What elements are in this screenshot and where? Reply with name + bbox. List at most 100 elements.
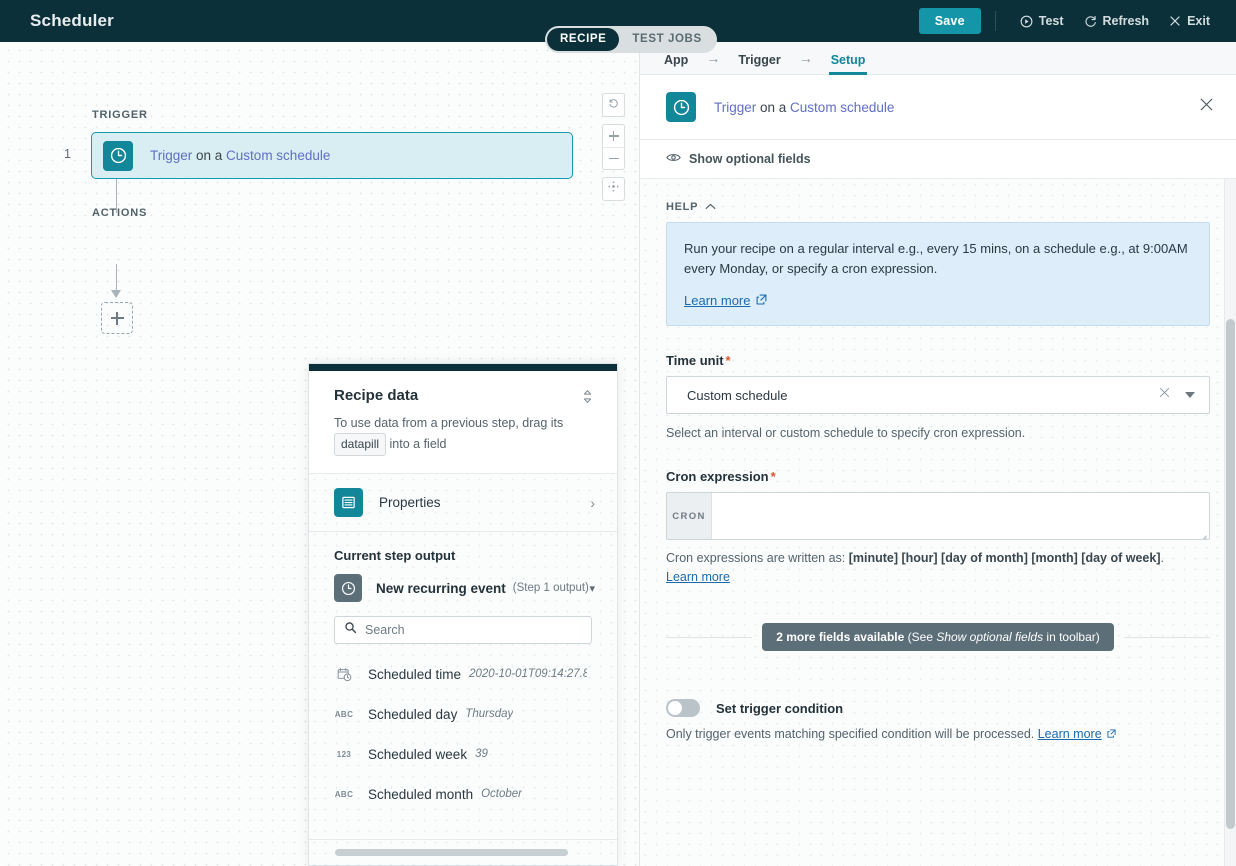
more-fields-note-suffix: in toolbar) — [1043, 630, 1100, 644]
datapill-value: October — [481, 788, 522, 800]
search-icon — [344, 621, 357, 639]
properties-row[interactable]: Properties › — [309, 474, 617, 532]
123-icon: 123 — [334, 750, 354, 759]
setup-header-middle: on a — [756, 100, 790, 115]
trigger-card-middle: on a — [192, 148, 226, 163]
close-icon[interactable] — [1195, 93, 1218, 121]
cron-label: Cron expression* — [666, 469, 1210, 484]
abc-icon: ABC — [334, 710, 354, 719]
external-link-icon — [1107, 727, 1116, 741]
more-fields-count: 2 more fields available — [776, 630, 904, 644]
chevron-down-icon[interactable]: ▾ — [589, 582, 595, 595]
cron-hint: Cron expressions are written as: [minute… — [666, 549, 1210, 587]
refresh-label: Refresh — [1103, 14, 1150, 28]
trigger-condition-learn-more-link[interactable]: Learn more — [1038, 727, 1116, 741]
trigger-card-prefix: Trigger — [150, 148, 192, 163]
time-unit-select[interactable]: Custom schedule — [666, 376, 1210, 414]
step-output-meta: (Step 1 output) — [513, 582, 589, 594]
tab-test-jobs[interactable]: TEST JOBS — [619, 28, 714, 51]
optional-fields-toolbar: Show optional fields — [640, 139, 1236, 179]
horizontal-scrollbar[interactable] — [335, 849, 568, 856]
calendar-clock-icon — [334, 667, 354, 682]
tab-recipe[interactable]: RECIPE — [547, 28, 619, 51]
cron-hint-suffix: . — [1161, 551, 1164, 565]
clear-icon[interactable] — [1150, 386, 1179, 404]
breadcrumb-arrow-icon: → — [706, 50, 720, 66]
list-item[interactable]: 123 Scheduled week 39 — [334, 734, 592, 774]
breadcrumb-arrow-icon: → — [799, 50, 813, 66]
list-item[interactable]: ABC Scheduled day Thursday — [334, 694, 592, 734]
cron-learn-more-link[interactable]: Learn more — [666, 570, 730, 584]
list-item[interactable]: ABC Scheduled month October — [334, 774, 592, 814]
zoom-in-button[interactable] — [603, 125, 624, 147]
help-learn-more-link[interactable]: Learn more — [684, 293, 767, 308]
datapill-name: Scheduled month — [368, 787, 473, 802]
chevron-down-icon[interactable] — [1185, 392, 1195, 398]
datapill-name: Scheduled week — [368, 747, 467, 762]
trigger-step-card[interactable]: Trigger on a Custom schedule — [91, 132, 573, 179]
reset-zoom-group — [602, 93, 625, 117]
reset-zoom-button[interactable] — [603, 94, 624, 116]
clock-icon — [103, 141, 133, 171]
setup-panel: App → Trigger → Setup Trigger on a Custo… — [640, 42, 1236, 866]
properties-icon — [334, 488, 363, 517]
clock-icon — [666, 92, 696, 122]
vertical-scrollbar-track[interactable] — [1224, 179, 1236, 866]
test-button[interactable]: Test — [1010, 10, 1074, 32]
cron-input-wrapper: CRON — [666, 492, 1210, 540]
play-circle-icon — [1020, 15, 1033, 28]
abc-icon: ABC — [334, 790, 354, 799]
breadcrumb-trigger[interactable]: Trigger — [736, 42, 782, 75]
test-label: Test — [1039, 14, 1064, 28]
refresh-button[interactable]: Refresh — [1074, 10, 1160, 32]
recipe-data-footer — [309, 839, 617, 865]
properties-label: Properties — [379, 495, 441, 510]
add-step-button[interactable] — [101, 302, 133, 334]
recipe-data-header: Recipe data To use data from a previous … — [309, 371, 617, 474]
list-item[interactable]: Scheduled time 2020-10-01T09:14:27.879‹ — [334, 654, 592, 694]
cron-input[interactable] — [712, 493, 1209, 539]
search-box[interactable] — [334, 616, 592, 644]
time-unit-label: Time unit* — [666, 353, 1210, 368]
help-text: Run your recipe on a regular interval e.… — [684, 239, 1192, 279]
datapill-value: 39 — [475, 748, 488, 760]
more-fields-note-emphasis: Show optional fields — [936, 630, 1043, 644]
recipe-data-body: Properties › Current step output New rec… — [309, 474, 617, 865]
exit-button[interactable]: Exit — [1159, 10, 1220, 32]
exit-label: Exit — [1187, 14, 1210, 28]
zoom-group — [602, 124, 625, 170]
app-root: Scheduler Save Test Refresh Exit — [0, 0, 1236, 866]
trigger-condition-row: Set trigger condition — [666, 699, 1210, 717]
trigger-condition-hint-text: Only trigger events matching specified c… — [666, 727, 1034, 741]
fit-group — [602, 177, 625, 201]
refresh-icon — [1084, 15, 1097, 28]
vertical-scrollbar-thumb[interactable] — [1226, 319, 1235, 829]
breadcrumb-setup[interactable]: Setup — [829, 42, 868, 75]
chevron-right-icon: › — [590, 495, 595, 511]
show-optional-fields-button[interactable]: Show optional fields — [666, 152, 811, 166]
connector-line-bottom — [116, 264, 117, 292]
trigger-section-label: TRIGGER — [92, 109, 148, 121]
more-fields-badge[interactable]: 2 more fields available (See Show option… — [762, 623, 1114, 651]
help-section-label: HELP — [666, 201, 698, 213]
collapse-expand-icon[interactable] — [580, 387, 595, 411]
search-wrapper — [309, 602, 617, 644]
step-number: 1 — [64, 147, 71, 161]
search-input[interactable] — [365, 623, 582, 637]
zoom-controls — [602, 93, 625, 208]
time-unit-hint: Select an interval or custom schedule to… — [666, 424, 1210, 442]
recipe-data-accent-bar — [309, 364, 617, 371]
recipe-data-title: Recipe data — [334, 387, 418, 404]
datapill-name: Scheduled time — [368, 667, 461, 682]
zoom-out-button[interactable] — [603, 147, 624, 169]
save-button[interactable]: Save — [919, 8, 981, 34]
fit-to-screen-button[interactable] — [603, 178, 624, 200]
divider-left — [666, 637, 752, 638]
setup-header-target: Custom schedule — [790, 100, 894, 115]
cron-prefix-label: CRON — [667, 493, 712, 539]
step-output-row[interactable]: New recurring event (Step 1 output) ▾ — [309, 563, 617, 602]
app-title: Scheduler — [30, 11, 114, 31]
set-trigger-condition-toggle[interactable] — [666, 699, 700, 717]
trigger-card-target: Custom schedule — [226, 148, 330, 163]
help-section-toggle[interactable]: HELP — [666, 201, 1210, 213]
